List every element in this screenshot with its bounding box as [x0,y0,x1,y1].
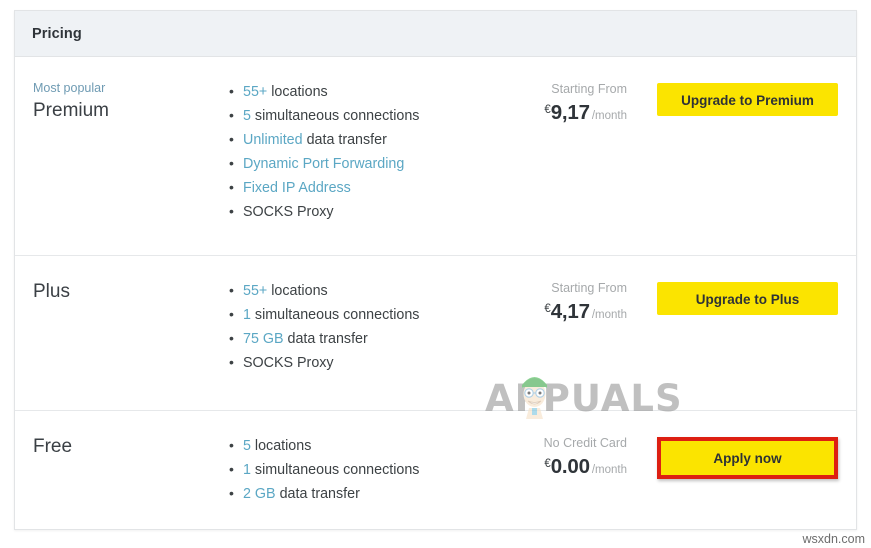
most-popular-badge: Most popular [33,81,106,95]
pricing-card: Pricing Most popular Premium 55+ locations… [14,10,857,530]
feature-item: 55+ locations [229,278,487,303]
plan-price-column: Starting From €9,17/month [487,79,633,127]
feature-text: data transfer [275,486,360,502]
feature-item: Unlimited data transfer [229,127,487,152]
feature-text: SOCKS Proxy [243,204,334,220]
plan-action-column: Apply now [633,433,838,479]
feature-item: 2 GB data transfer [229,481,487,506]
plan-price-column: No Credit Card €0.00/month [487,433,633,481]
feature-highlight: 55+ [243,283,268,299]
plan-name-column: Free [33,433,203,459]
feature-item: Dynamic Port Forwarding [229,151,487,176]
price-value-group: €9,17/month [487,99,627,127]
plan-row: Plus55+ locations1 simultaneous connecti… [15,255,856,410]
price-amount: 4,17 [550,300,590,323]
feature-list: 5 locations1 simultaneous connections2 G… [211,433,487,506]
price-value-group: €4,17/month [487,298,627,326]
plan-features-column: 5 locations1 simultaneous connections2 G… [203,433,487,506]
price-caption: Starting From [551,281,627,295]
feature-text: simultaneous connections [250,307,420,323]
plan-title: Free [33,436,73,457]
price-period: /month [591,110,627,122]
plan-row: Most popularPremium55+ locations5 simult… [15,57,856,255]
feature-highlight: Dynamic Port Forwarding [243,156,405,172]
feature-highlight: 1 [243,462,251,478]
page-title: Pricing [32,25,82,42]
feature-item: 1 simultaneous connections [229,457,487,482]
feature-list: 55+ locations1 simultaneous connections7… [211,278,487,375]
plan-rows: Most popularPremium55+ locations5 simult… [15,57,856,530]
page-background: Pricing Most popular Premium 55+ locations… [0,0,871,548]
plan-title: Premium [33,100,110,121]
price-caption: No Credit Card [543,436,627,450]
feature-item: 55+ locations [229,79,487,104]
feature-highlight: Fixed IP Address [243,180,351,196]
plan-row: Free5 locations1 simultaneous connection… [15,410,856,530]
red-highlight-box: Apply now [657,437,838,479]
plan-title: Plus [33,281,70,302]
feature-item: 1 simultaneous connections [229,302,487,327]
plan-features-column: 55+ locations5 simultaneous connectionsU… [203,79,487,224]
feature-text: data transfer [283,331,368,347]
price-value-group: €0.00/month [487,453,627,481]
feature-highlight: 5 [243,438,251,454]
feature-text: simultaneous connections [250,462,420,478]
plan-cta-button[interactable]: Apply now [661,441,834,475]
plan-name-column: Most popular Premium [33,79,203,123]
feature-item: 75 GB data transfer [229,326,487,351]
plan-action-column: Upgrade to Premium [633,79,838,116]
feature-text: data transfer [302,132,387,148]
plan-action-column: Upgrade to Plus [633,278,838,315]
feature-item: Fixed IP Address [229,175,487,200]
feature-item: 5 locations [229,433,487,458]
site-watermark-tag: wsxdn.com [802,532,865,546]
feature-text: simultaneous connections [250,108,420,124]
feature-item: 5 simultaneous connections [229,103,487,128]
feature-highlight: 5 [243,108,251,124]
price-period: /month [591,464,627,476]
feature-item: SOCKS Proxy [229,350,487,375]
feature-highlight: 75 GB [243,331,284,347]
price-amount: 9,17 [550,101,590,124]
feature-text: SOCKS Proxy [243,355,334,371]
price-amount: 0.00 [550,455,590,478]
plan-cta-button[interactable]: Upgrade to Plus [657,282,838,315]
card-header: Pricing [15,11,856,57]
feature-highlight: Unlimited [243,132,303,148]
plan-features-column: 55+ locations1 simultaneous connections7… [203,278,487,375]
plan-name-column: Plus [33,278,203,304]
price-caption: Starting From [551,82,627,96]
feature-highlight: 2 GB [243,486,276,502]
plan-cta-button[interactable]: Upgrade to Premium [657,83,838,116]
plan-price-column: Starting From €4,17/month [487,278,633,326]
feature-list: 55+ locations5 simultaneous connectionsU… [211,79,487,224]
feature-text: locations [267,84,328,100]
feature-text: locations [250,438,312,454]
feature-highlight: 1 [243,307,251,323]
feature-highlight: 55+ [243,84,268,100]
feature-text: locations [267,283,328,299]
feature-item: SOCKS Proxy [229,199,487,224]
price-period: /month [591,309,627,321]
